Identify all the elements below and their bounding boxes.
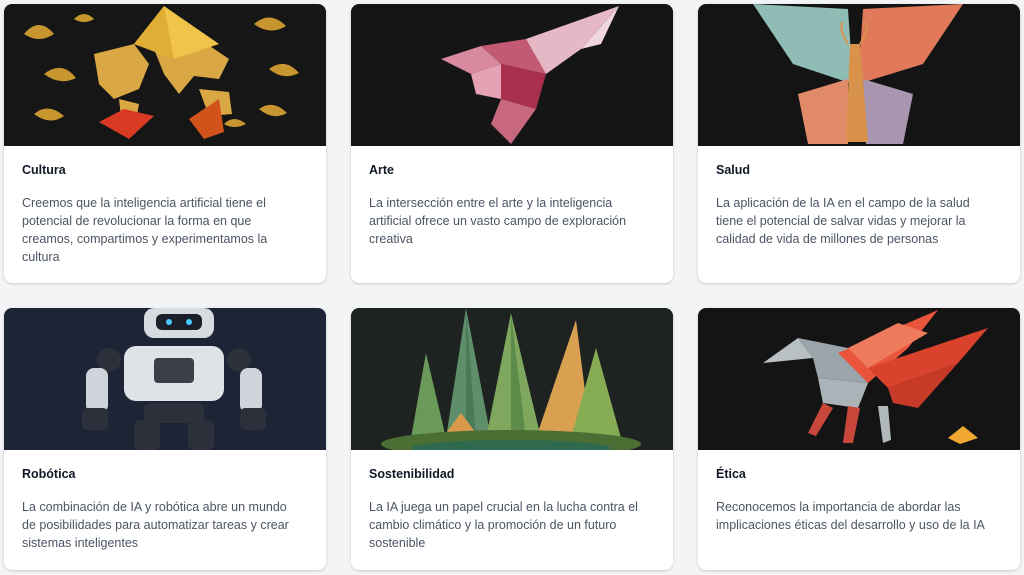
card-title: Ética bbox=[716, 467, 746, 481]
card-salud[interactable]: Salud La aplicación de la IA en el campo… bbox=[698, 4, 1020, 283]
card-arte[interactable]: Arte La intersección entre el arte y la … bbox=[351, 4, 673, 283]
origami-leaves-image bbox=[351, 308, 673, 450]
card-sostenibilidad[interactable]: Sostenibilidad La IA juega un papel cruc… bbox=[351, 308, 673, 570]
card-title: Salud bbox=[716, 163, 751, 177]
origami-pegasus-image bbox=[698, 308, 1020, 450]
card-description: La aplicación de la IA en el campo de la… bbox=[716, 196, 970, 246]
origami-world-map-image bbox=[4, 4, 326, 146]
card-description: La intersección entre el arte y la intel… bbox=[369, 196, 627, 246]
card-robotica[interactable]: Robótica La combinación de IA y robótica… bbox=[4, 308, 326, 570]
card-title: Sostenibilidad bbox=[369, 467, 455, 481]
origami-bird-image bbox=[351, 4, 673, 146]
card-cultura[interactable]: Cultura Creemos que la inteligencia arti… bbox=[4, 4, 326, 283]
robot-image bbox=[4, 308, 326, 450]
card-etica[interactable]: Ética Reconocemos la importancia de abor… bbox=[698, 308, 1020, 570]
card-description: Creemos que la inteligencia artificial t… bbox=[22, 196, 268, 264]
card-title: Robótica bbox=[22, 467, 76, 481]
card-title: Cultura bbox=[22, 163, 66, 177]
card-description: La IA juega un papel crucial en la lucha… bbox=[369, 500, 638, 550]
origami-butterfly-image bbox=[698, 4, 1020, 146]
card-title: Arte bbox=[369, 163, 395, 177]
card-description: La combinación de IA y robótica abre un … bbox=[22, 500, 289, 550]
card-description: Reconocemos la importancia de abordar la… bbox=[716, 500, 985, 532]
